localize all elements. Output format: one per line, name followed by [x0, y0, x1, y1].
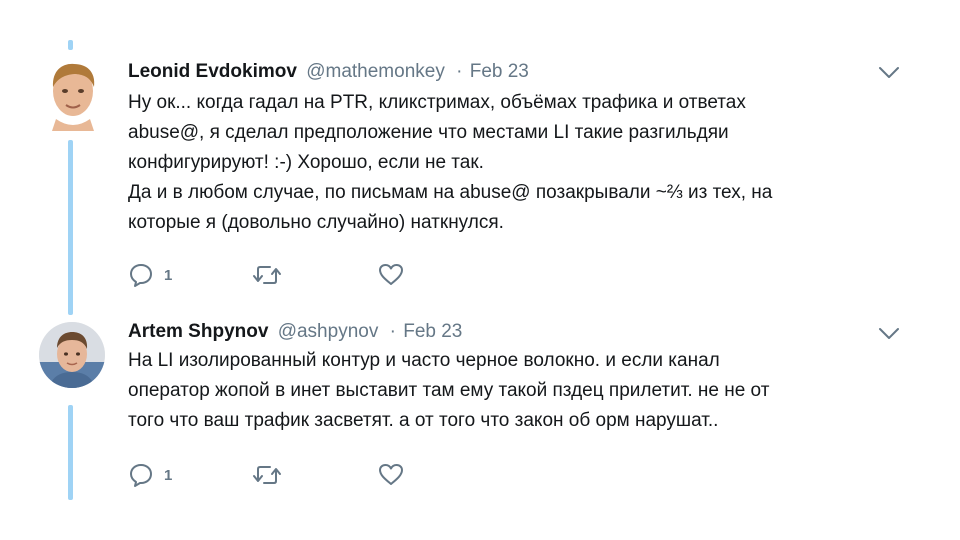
- like-button[interactable]: [378, 460, 404, 490]
- separator-dot: ·: [389, 321, 396, 342]
- tweet-date[interactable]: Feb 23: [470, 61, 529, 82]
- heart-icon: [379, 464, 403, 485]
- retweet-icon: [253, 266, 281, 284]
- retweet-icon: [253, 466, 281, 484]
- author-name[interactable]: Leonid Evdokimov: [128, 61, 297, 82]
- tweet-text-line: которые я (довольно случайно) наткнулся.: [128, 212, 504, 233]
- tweet-header: Artem Shpynov @ashpynov · Feb 23: [128, 320, 462, 344]
- reply-count: 1: [164, 266, 173, 284]
- separator-dot: ·: [456, 61, 463, 82]
- tweet-text-line: На LI изолированный контур и часто черно…: [128, 350, 720, 371]
- avatar-leonid[interactable]: [44, 61, 102, 131]
- tweet-date[interactable]: Feb 23: [403, 321, 462, 342]
- reply-icon: [130, 264, 152, 287]
- chevron-down-icon[interactable]: [878, 66, 900, 80]
- retweet-button[interactable]: [252, 260, 282, 290]
- tweet-text-line: оператор жопой в инет выставит там ему т…: [128, 380, 770, 401]
- chevron-down-icon[interactable]: [878, 327, 900, 341]
- tweet-text-line: того что ваш трафик засветят. а от того …: [128, 410, 719, 431]
- retweet-button[interactable]: [252, 460, 282, 490]
- reply-count: 1: [164, 466, 173, 484]
- author-handle[interactable]: @mathemonkey: [306, 61, 445, 82]
- tweet-2[interactable]: Artem Shpynov @ashpynov · Feb 23 На LI и…: [0, 300, 960, 540]
- heart-icon: [379, 264, 403, 285]
- tweet-1[interactable]: Leonid Evdokimov @mathemonkey · Feb 23 Н…: [0, 0, 960, 300]
- author-name[interactable]: Artem Shpynov: [128, 321, 268, 342]
- author-handle[interactable]: @ashpynov: [278, 321, 379, 342]
- tweet-text-line: abuse@, я сделал предположение что места…: [128, 122, 729, 143]
- tweet-header: Leonid Evdokimov @mathemonkey · Feb 23: [128, 60, 529, 84]
- tweet-text-line: конфигурируют! :-) Хорошо, если не так.: [128, 152, 484, 173]
- reply-button[interactable]: 1: [128, 260, 172, 290]
- tweet-text: Ну ок... когда гадал на PTR, кликстримах…: [128, 88, 908, 238]
- reply-icon: [130, 464, 152, 487]
- tweet-text-line: Ну ок... когда гадал на PTR, кликстримах…: [128, 92, 746, 113]
- tweet-text-line: Да и в любом случае, по письмам на abuse…: [128, 182, 773, 203]
- like-button[interactable]: [378, 260, 404, 290]
- reply-button[interactable]: 1: [128, 460, 172, 490]
- avatar-artem[interactable]: [39, 322, 105, 388]
- tweet-text: На LI изолированный контур и часто черно…: [128, 346, 908, 436]
